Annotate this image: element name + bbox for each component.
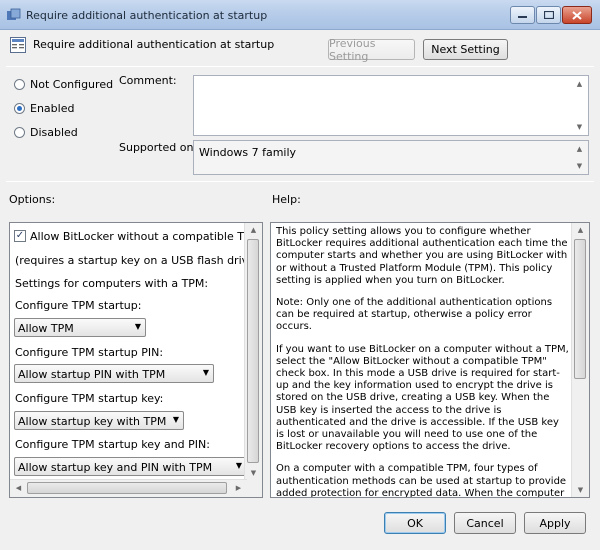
options-hscroll-thumb[interactable]	[27, 482, 227, 494]
options-horizontal-scrollbar[interactable]: ◀ ▶	[10, 479, 247, 497]
help-pane[interactable]: This policy setting allows you to config…	[270, 222, 590, 498]
radio-circle-selected[interactable]	[14, 103, 25, 114]
help-text: This policy setting allows you to config…	[276, 226, 569, 498]
options-vscroll-thumb[interactable]	[247, 239, 259, 463]
scrollbar-corner	[245, 480, 262, 497]
radio-enabled-label: Enabled	[30, 102, 75, 115]
minimize-icon	[518, 16, 527, 18]
options-pane[interactable]: ✓ Allow BitLocker without a compatible T…	[9, 222, 263, 498]
scroll-up-icon[interactable]: ▲	[245, 223, 262, 237]
help-vertical-scrollbar[interactable]: ▲ ▼	[571, 223, 589, 497]
apply-button[interactable]: Apply	[524, 512, 586, 534]
tpm-pin-dropdown[interactable]: Allow startup PIN with TPM ▼	[14, 364, 214, 383]
minimize-button[interactable]	[510, 6, 535, 24]
allow-without-tpm-label: Allow BitLocker without a compatible TPM	[30, 230, 247, 243]
chevron-down-icon: ▼	[202, 368, 209, 377]
chevron-down-icon: ▼	[235, 461, 242, 470]
radio-disabled[interactable]: Disabled	[14, 126, 78, 139]
usb-requirement-note: (requires a startup key on a USB flash d…	[15, 254, 247, 267]
tpm-key-dropdown[interactable]: Allow startup key with TPM ▼	[14, 411, 184, 430]
options-content: ✓ Allow BitLocker without a compatible T…	[10, 223, 247, 482]
tpm-startup-dropdown[interactable]: Allow TPM ▼	[14, 318, 146, 337]
next-setting-button[interactable]: Next Setting	[423, 39, 508, 60]
ok-button[interactable]: OK	[384, 512, 446, 534]
scroll-left-icon[interactable]: ◀	[10, 481, 27, 495]
help-paragraph: This policy setting allows you to config…	[276, 226, 568, 286]
scroll-down-icon[interactable]: ▼	[245, 466, 262, 480]
radio-disabled-label: Disabled	[30, 126, 78, 139]
tpm-key-pin-dropdown[interactable]: Allow startup key and PIN with TPM ▼	[14, 457, 247, 476]
supported-scrollbar[interactable]: ▲ ▼	[571, 141, 588, 174]
close-icon	[572, 10, 582, 20]
help-paragraph: Note: Only one of the additional authent…	[276, 297, 553, 333]
scroll-down-icon[interactable]: ▼	[571, 120, 588, 134]
scroll-up-icon[interactable]: ▲	[571, 77, 588, 91]
tpm-startup-value: Allow TPM	[18, 322, 74, 335]
help-label: Help:	[272, 193, 301, 206]
comment-scrollbar[interactable]: ▲ ▼	[571, 76, 588, 135]
scroll-up-icon[interactable]: ▲	[571, 142, 588, 156]
previous-setting-button[interactable]: Previous Setting	[328, 37, 415, 63]
radio-circle[interactable]	[14, 79, 25, 90]
supported-on-field: Windows 7 family ▲ ▼	[193, 140, 589, 175]
maximize-icon	[543, 11, 554, 19]
header-separator	[6, 66, 594, 67]
supported-on-label: Supported on:	[119, 141, 198, 154]
comment-label: Comment:	[119, 74, 177, 87]
middle-separator	[6, 181, 594, 182]
allow-without-tpm-checkbox[interactable]: ✓	[14, 230, 26, 242]
setting-icon	[10, 37, 26, 53]
scroll-down-icon[interactable]: ▼	[571, 159, 588, 173]
tpm-pin-label: Configure TPM startup PIN:	[15, 346, 164, 359]
window-title: Require additional authentication at sta…	[26, 9, 268, 22]
radio-circle[interactable]	[14, 127, 25, 138]
tpm-key-value: Allow startup key with TPM	[18, 415, 167, 428]
tpm-key-pin-value: Allow startup key and PIN with TPM	[18, 461, 213, 474]
scroll-down-icon[interactable]: ▼	[572, 483, 589, 497]
title-bar[interactable]: Require additional authentication at sta…	[0, 0, 600, 30]
comment-textarea[interactable]: ▲ ▼	[193, 75, 589, 136]
options-vertical-scrollbar[interactable]: ▲ ▼	[244, 223, 262, 480]
tpm-key-pin-label: Configure TPM startup key and PIN:	[15, 438, 210, 451]
tpm-key-label: Configure TPM startup key:	[15, 392, 164, 405]
cancel-button[interactable]: Cancel	[454, 512, 516, 534]
chevron-down-icon: ▼	[134, 322, 141, 331]
tpm-settings-heading: Settings for computers with a TPM:	[15, 277, 209, 290]
close-button[interactable]	[562, 6, 592, 24]
supported-on-value: Windows 7 family	[199, 146, 297, 159]
chevron-down-icon: ▼	[172, 415, 179, 424]
radio-enabled[interactable]: Enabled	[14, 102, 74, 115]
help-vscroll-thumb[interactable]	[574, 239, 586, 379]
maximize-button[interactable]	[536, 6, 561, 24]
help-paragraph: On a computer with a compatible TPM, fou…	[276, 463, 567, 498]
options-label: Options:	[9, 193, 56, 206]
setting-title: Require additional authentication at sta…	[33, 38, 275, 51]
tpm-startup-label: Configure TPM startup:	[15, 299, 142, 312]
radio-not-configured-label: Not Configured	[30, 78, 114, 91]
radio-not-configured[interactable]: Not Configured	[14, 78, 113, 91]
tpm-pin-value: Allow startup PIN with TPM	[18, 368, 166, 381]
scroll-up-icon[interactable]: ▲	[572, 223, 589, 237]
help-paragraph: If you want to use BitLocker on a comput…	[276, 343, 569, 453]
policy-app-icon	[7, 8, 21, 20]
